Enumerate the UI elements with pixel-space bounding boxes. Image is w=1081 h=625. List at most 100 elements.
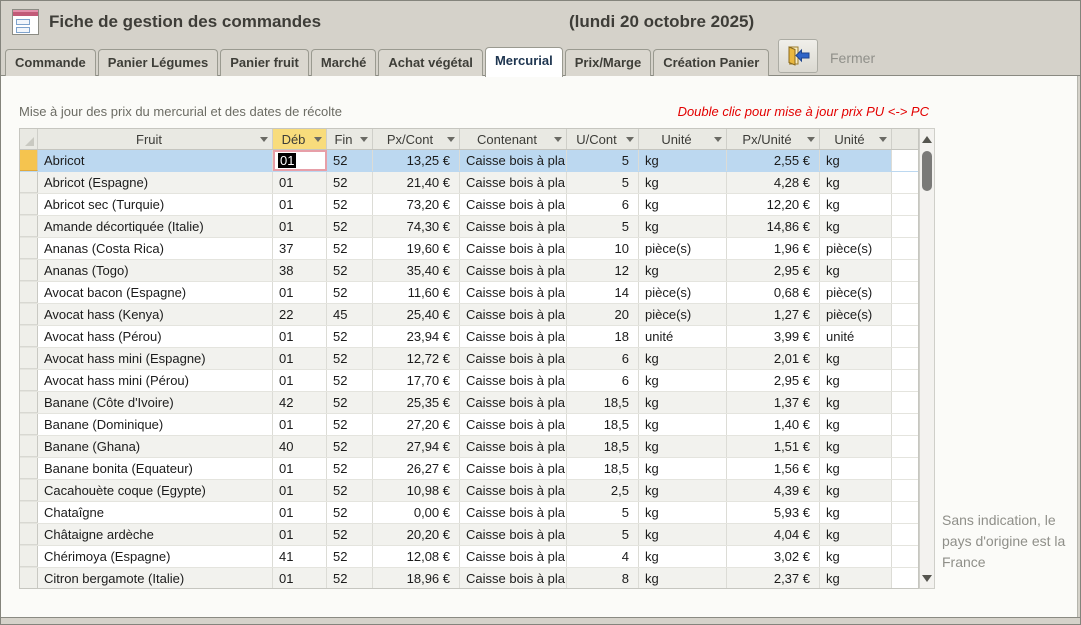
cell-px_unite[interactable]: 3,02 €: [727, 546, 820, 567]
cell-px_cont[interactable]: 20,20 €: [373, 524, 460, 545]
cell-unite2[interactable]: kg: [820, 524, 892, 545]
cell-deb[interactable]: 01: [273, 502, 327, 523]
cell-u_cont[interactable]: 18,5: [567, 458, 639, 479]
cell-px_cont[interactable]: 11,60 €: [373, 282, 460, 303]
cell-unite[interactable]: kg: [639, 458, 727, 479]
cell-u_cont[interactable]: 5: [567, 172, 639, 193]
cell-px_cont[interactable]: 25,40 €: [373, 304, 460, 325]
cell-px_unite[interactable]: 1,27 €: [727, 304, 820, 325]
cell-fin[interactable]: 52: [327, 348, 373, 369]
cell-fruit[interactable]: Abricot sec (Turquie): [38, 194, 273, 215]
cell-fruit[interactable]: Ananas (Costa Rica): [38, 238, 273, 259]
cell-px_cont[interactable]: 17,70 €: [373, 370, 460, 391]
cell-unite[interactable]: pièce(s): [639, 282, 727, 303]
cell-unite[interactable]: kg: [639, 502, 727, 523]
cell-fruit[interactable]: Banane bonita (Equateur): [38, 458, 273, 479]
cell-fin[interactable]: 52: [327, 194, 373, 215]
row-selector[interactable]: [20, 238, 38, 259]
tab-panier-fruit[interactable]: Panier fruit: [220, 49, 309, 76]
cell-u_cont[interactable]: 18: [567, 326, 639, 347]
filter-dropdown-icon[interactable]: [260, 137, 268, 142]
filter-dropdown-icon[interactable]: [879, 137, 887, 142]
cell-px_unite[interactable]: 4,39 €: [727, 480, 820, 501]
row-selector[interactable]: [20, 326, 38, 347]
vertical-scrollbar[interactable]: [919, 128, 935, 589]
cell-px_unite[interactable]: 12,20 €: [727, 194, 820, 215]
cell-px_cont[interactable]: 19,60 €: [373, 238, 460, 259]
cell-contenant[interactable]: Caisse bois à pla: [460, 194, 567, 215]
cell-contenant[interactable]: Caisse bois à pla: [460, 238, 567, 259]
cell-fruit[interactable]: Abricot (Espagne): [38, 172, 273, 193]
cell-px_cont[interactable]: 26,27 €: [373, 458, 460, 479]
cell-fruit[interactable]: Avocat bacon (Espagne): [38, 282, 273, 303]
cell-u_cont[interactable]: 18,5: [567, 414, 639, 435]
row-selector[interactable]: [20, 414, 38, 435]
column-header-contenant-contenant[interactable]: Contenant: [460, 129, 567, 149]
filter-dropdown-icon[interactable]: [714, 137, 722, 142]
tab-achat-vegetal[interactable]: Achat végétal: [378, 49, 483, 76]
cell-px_unite[interactable]: 4,28 €: [727, 172, 820, 193]
cell-deb[interactable]: 01: [273, 172, 327, 193]
tab-mercurial[interactable]: Mercurial: [485, 47, 563, 77]
cell-px_unite[interactable]: 2,01 €: [727, 348, 820, 369]
cell-contenant[interactable]: Caisse bois à pla: [460, 216, 567, 237]
cell-px_cont[interactable]: 23,94 €: [373, 326, 460, 347]
row-selector[interactable]: [20, 282, 38, 303]
cell-px_unite[interactable]: 2,55 €: [727, 150, 820, 171]
filter-dropdown-icon[interactable]: [554, 137, 562, 142]
cell-deb[interactable]: 40: [273, 436, 327, 457]
cell-unite[interactable]: kg: [639, 172, 727, 193]
cell-unite2[interactable]: kg: [820, 348, 892, 369]
tab-creation-panier[interactable]: Création Panier: [653, 49, 769, 76]
cell-fruit[interactable]: Abricot: [38, 150, 273, 171]
cell-fin[interactable]: 52: [327, 326, 373, 347]
row-selector[interactable]: [20, 150, 38, 171]
cell-deb[interactable]: 22: [273, 304, 327, 325]
cell-u_cont[interactable]: 6: [567, 348, 639, 369]
cell-fruit[interactable]: Ananas (Togo): [38, 260, 273, 281]
cell-unite[interactable]: kg: [639, 568, 727, 589]
cell-fruit[interactable]: Avocat hass mini (Pérou): [38, 370, 273, 391]
column-header-fruit-fruit[interactable]: Fruit: [38, 129, 273, 149]
cell-deb[interactable]: 01: [273, 194, 327, 215]
cell-u_cont[interactable]: 5: [567, 502, 639, 523]
cell-unite2[interactable]: unité: [820, 326, 892, 347]
cell-deb[interactable]: 01: [273, 326, 327, 347]
cell-u_cont[interactable]: 5: [567, 524, 639, 545]
cell-fin[interactable]: 52: [327, 238, 373, 259]
cell-fin[interactable]: 52: [327, 458, 373, 479]
row-selector[interactable]: [20, 436, 38, 457]
row-selector[interactable]: [20, 524, 38, 545]
cell-unite2[interactable]: kg: [820, 194, 892, 215]
cell-u_cont[interactable]: 18,5: [567, 392, 639, 413]
cell-u_cont[interactable]: 10: [567, 238, 639, 259]
cell-unite2[interactable]: kg: [820, 568, 892, 589]
filter-dropdown-icon[interactable]: [447, 137, 455, 142]
tab-panier-legumes[interactable]: Panier Légumes: [98, 49, 218, 76]
cell-fruit[interactable]: Banane (Ghana): [38, 436, 273, 457]
cell-fruit[interactable]: Banane (Côte d'Ivoire): [38, 392, 273, 413]
cell-deb[interactable]: 01: [273, 282, 327, 303]
cell-contenant[interactable]: Caisse bois à pla: [460, 502, 567, 523]
cell-fin[interactable]: 52: [327, 392, 373, 413]
cell-unite[interactable]: kg: [639, 392, 727, 413]
cell-contenant[interactable]: Caisse bois à pla: [460, 392, 567, 413]
tab-commande[interactable]: Commande: [5, 49, 96, 76]
cell-contenant[interactable]: Caisse bois à pla: [460, 480, 567, 501]
cell-px_cont[interactable]: 27,20 €: [373, 414, 460, 435]
cell-u_cont[interactable]: 2,5: [567, 480, 639, 501]
cell-deb[interactable]: 38: [273, 260, 327, 281]
cell-unite[interactable]: kg: [639, 414, 727, 435]
cell-u_cont[interactable]: 8: [567, 568, 639, 589]
cell-fin[interactable]: 52: [327, 502, 373, 523]
cell-unite[interactable]: unité: [639, 326, 727, 347]
cell-px_cont[interactable]: 35,40 €: [373, 260, 460, 281]
cell-u_cont[interactable]: 20: [567, 304, 639, 325]
column-header-unite-unite2[interactable]: Unité: [820, 129, 892, 149]
cell-fin[interactable]: 52: [327, 524, 373, 545]
filter-dropdown-icon[interactable]: [626, 137, 634, 142]
cell-px_unite[interactable]: 1,51 €: [727, 436, 820, 457]
cell-contenant[interactable]: Caisse bois à pla: [460, 436, 567, 457]
cell-fruit[interactable]: Avocat hass (Kenya): [38, 304, 273, 325]
cell-unite[interactable]: kg: [639, 348, 727, 369]
